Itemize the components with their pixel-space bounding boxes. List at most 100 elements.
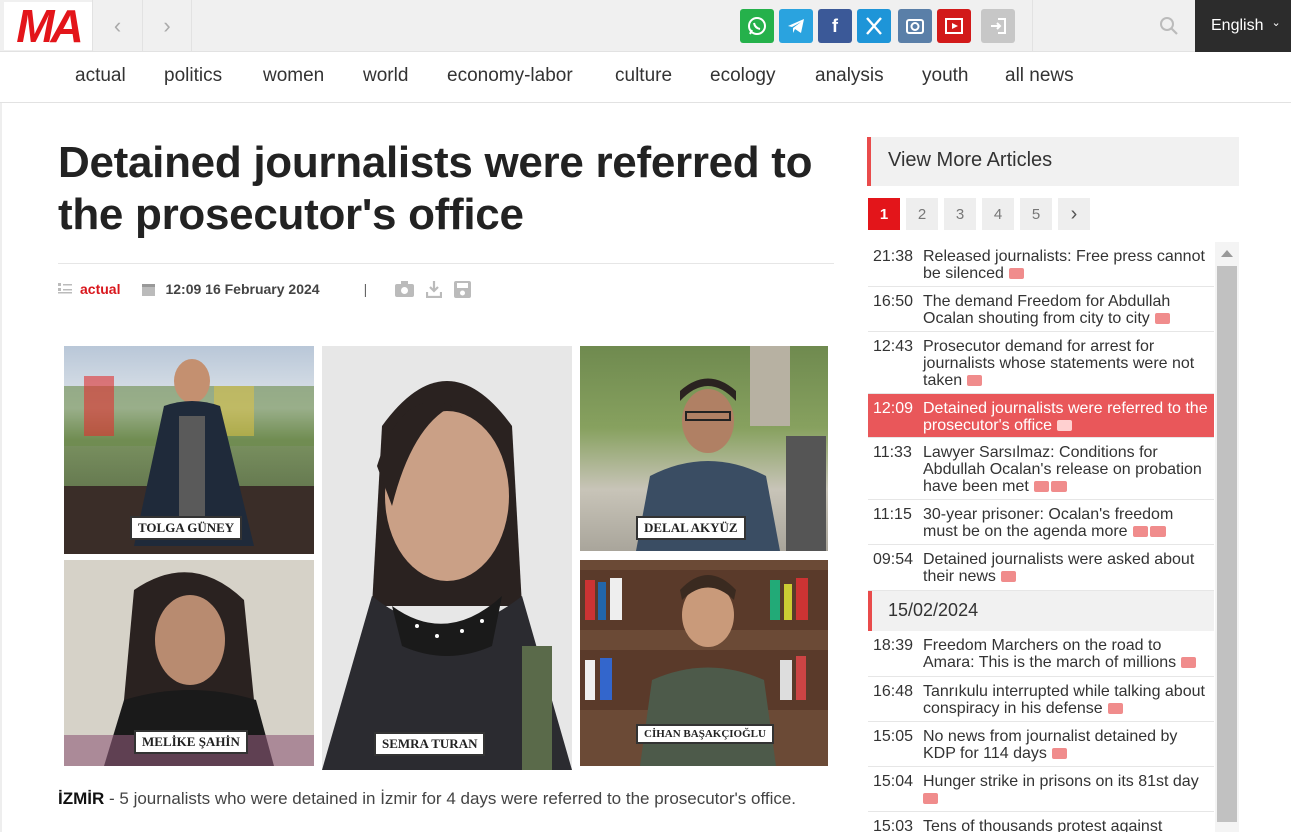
news-title-wrap: Hunger strike in prisons on its 81st day: [923, 773, 1211, 807]
news-title: Freedom Marchers on the road to Amara: T…: [923, 637, 1177, 671]
lead-location: İZMİR: [58, 789, 105, 808]
topbar-divider: [1032, 0, 1033, 52]
meta-separator: |: [363, 281, 368, 297]
next-page-button[interactable]: ›: [1058, 198, 1090, 230]
news-item[interactable]: 11:15 30-year prisoner: Ocalan's freedom…: [868, 500, 1214, 545]
menu-item-all-news[interactable]: all news: [1005, 65, 1074, 87]
sidebar-scrollbar[interactable]: [1215, 242, 1239, 832]
news-title: Tens of thousands protest against: [923, 818, 1163, 832]
news-item-active[interactable]: 12:09 Detained journalists were referred…: [868, 394, 1214, 438]
scrollbar-thumb[interactable]: [1217, 266, 1237, 822]
news-item[interactable]: 16:48 Tanrıkulu interrupted while talkin…: [868, 677, 1214, 722]
date-divider: 15/02/2024: [868, 591, 1214, 631]
language-selector[interactable]: English ⌄: [1195, 0, 1291, 52]
news-time: 15:04: [873, 773, 914, 790]
news-time: 11:15: [873, 506, 912, 523]
camera-icon: [1000, 571, 1016, 582]
download-icon[interactable]: [426, 280, 443, 298]
category-menu: actual politics women world economy-labo…: [0, 52, 1291, 103]
site-logo[interactable]: MA: [4, 0, 92, 52]
article-category-link[interactable]: actual: [80, 281, 120, 297]
news-time: 21:38: [873, 248, 914, 265]
sidebar-news-list: 21:38 Released journalists: Free press c…: [868, 242, 1215, 832]
logo-text: MA: [16, 0, 84, 52]
camera-icon: [1132, 526, 1148, 537]
menu-item-youth[interactable]: youth: [922, 65, 968, 87]
photo-caption-melike: MELİKE ŞAHİN: [134, 730, 248, 754]
photo-caption-tolga: TOLGA GÜNEY: [130, 516, 243, 540]
news-item[interactable]: 11:33 Lawyer Sarsılmaz: Conditions for A…: [868, 438, 1214, 500]
news-title-wrap: Detained journalists were referred to th…: [923, 400, 1211, 434]
back-arrow-button[interactable]: ‹: [92, 0, 142, 52]
menu-item-economy-labor[interactable]: economy-labor: [447, 65, 573, 87]
instagram-icon[interactable]: [898, 9, 932, 43]
article-image[interactable]: TOLGA GÜNEY SEMRA TURAN DELAL AKYÜZ MELİ…: [58, 340, 834, 770]
news-title-wrap: Prosecutor demand for arrest for journal…: [923, 338, 1211, 389]
whatsapp-icon[interactable]: [740, 9, 774, 43]
sidebar-pagination: 1 2 3 4 5 ›: [868, 198, 1096, 230]
sidebar-heading: View More Articles: [867, 137, 1239, 186]
news-item[interactable]: 21:38 Released journalists: Free press c…: [868, 242, 1214, 287]
camera-icon: [1057, 420, 1073, 431]
news-time: 16:48: [873, 683, 914, 700]
menu-item-world[interactable]: world: [363, 65, 408, 87]
news-title-wrap: Freedom Marchers on the road to Amara: T…: [923, 637, 1211, 671]
news-title: Released journalists: Free press cannot …: [923, 248, 1205, 282]
news-time: 15:03: [873, 818, 914, 832]
photo-tile-melike: MELİKE ŞAHİN: [64, 560, 314, 766]
news-item[interactable]: 18:39 Freedom Marchers on the road to Am…: [868, 631, 1214, 677]
search-icon[interactable]: [1150, 10, 1188, 42]
save-icon[interactable]: [454, 280, 472, 298]
news-item[interactable]: 12:43 Prosecutor demand for arrest for j…: [868, 332, 1214, 394]
video-icon: [1050, 481, 1067, 492]
menu-item-women[interactable]: women: [263, 65, 324, 87]
news-item[interactable]: 15:05 No news from journalist detained b…: [868, 722, 1214, 767]
page-2-button[interactable]: 2: [906, 198, 938, 230]
menu-item-culture[interactable]: culture: [615, 65, 672, 87]
camera-icon: [923, 793, 938, 804]
camera-icon[interactable]: [395, 281, 415, 297]
photo-tile-tolga: TOLGA GÜNEY: [64, 346, 314, 554]
facebook-icon[interactable]: f: [818, 9, 852, 43]
article-title: Detained journalists were referred to th…: [58, 138, 813, 239]
news-title-wrap: 30-year prisoner: Ocalan's freedom must …: [923, 506, 1211, 540]
telegram-icon[interactable]: [779, 9, 813, 43]
news-title-wrap: Lawyer Sarsılmaz: Conditions for Abdulla…: [923, 444, 1211, 495]
news-title: Tanrıkulu interrupted while talking abou…: [923, 683, 1205, 717]
page-3-button[interactable]: 3: [944, 198, 976, 230]
x-icon[interactable]: [857, 9, 891, 43]
video-icon: [1149, 526, 1166, 537]
news-title: The demand Freedom for Abdullah Ocalan s…: [923, 293, 1171, 327]
news-title-wrap: No news from journalist detained by KDP …: [923, 728, 1211, 762]
news-time: 15:05: [873, 728, 914, 745]
lead-text: - 5 journalists who were detained in İzm…: [104, 789, 797, 808]
news-time: 09:54: [873, 551, 914, 568]
news-item[interactable]: 15:04 Hunger strike in prisons on its 81…: [868, 767, 1214, 812]
chevron-down-icon: ⌄: [1271, 16, 1281, 29]
menu-item-politics[interactable]: politics: [164, 65, 222, 87]
news-title-wrap: Tanrıkulu interrupted while talking abou…: [923, 683, 1211, 717]
photo-caption-semra: SEMRA TURAN: [374, 732, 486, 756]
news-title-wrap: The demand Freedom for Abdullah Ocalan s…: [923, 293, 1211, 327]
news-item[interactable]: 09:54 Detained journalists were asked ab…: [868, 545, 1214, 591]
news-item[interactable]: 15:03 Tens of thousands protest against: [868, 812, 1214, 832]
page-4-button[interactable]: 4: [982, 198, 1014, 230]
news-item[interactable]: 16:50 The demand Freedom for Abdullah Oc…: [868, 287, 1214, 332]
page-5-button[interactable]: 5: [1020, 198, 1052, 230]
calendar-icon: [142, 283, 156, 296]
page-border: [0, 103, 2, 832]
category-icon: [58, 283, 72, 294]
news-time: 12:09: [873, 400, 914, 417]
forward-arrow-button[interactable]: ›: [142, 0, 192, 52]
photo-caption-delal: DELAL AKYÜZ: [636, 516, 746, 540]
scroll-up-arrow-icon[interactable]: [1221, 250, 1233, 257]
menu-item-ecology[interactable]: ecology: [710, 65, 776, 87]
news-time: 18:39: [873, 637, 914, 654]
page-1-button[interactable]: 1: [868, 198, 900, 230]
youtube-icon[interactable]: [937, 9, 971, 43]
menu-item-actual[interactable]: actual: [75, 65, 126, 87]
login-icon[interactable]: [981, 9, 1015, 43]
camera-icon: [1154, 313, 1170, 324]
menu-item-analysis[interactable]: analysis: [815, 65, 884, 87]
news-title: Hunger strike in prisons on its 81st day: [923, 773, 1199, 790]
